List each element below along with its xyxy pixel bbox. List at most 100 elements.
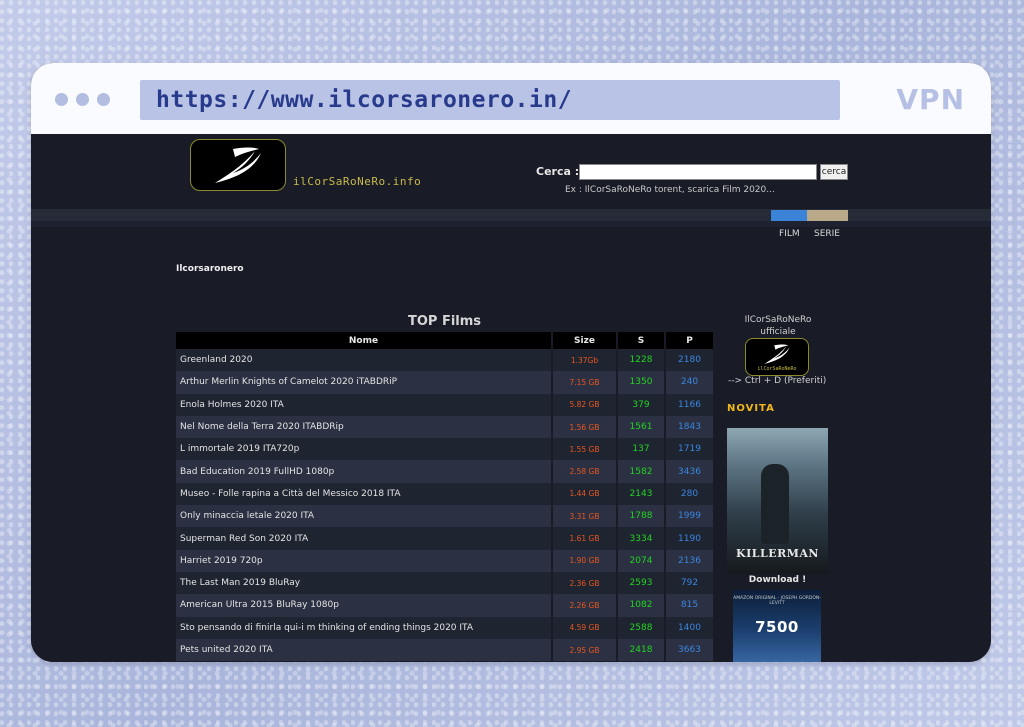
film-name-link[interactable]: Sto pensando di finirla qui-i m thinking… — [176, 616, 552, 639]
film-name-link[interactable]: The Last Man 2019 BluRay — [176, 571, 552, 595]
search-button[interactable]: cerca — [820, 164, 848, 180]
table-header-row: Nome Size S P — [176, 332, 713, 349]
film-name-link[interactable]: Superman Red Son 2020 ITA — [176, 527, 552, 550]
film-peers: 815 — [664, 594, 713, 617]
film-seeders: 1561 — [616, 415, 665, 439]
film-peers: 1166 — [664, 393, 713, 416]
film-seeders: 1082 — [616, 594, 665, 617]
search-input[interactable] — [579, 164, 817, 180]
film-size: 1.44 GB — [551, 482, 617, 506]
window-dot-minimize[interactable] — [76, 93, 89, 106]
address-bar[interactable]: https://www.ilcorsaronero.in/ — [140, 80, 840, 120]
corsaro-logo-icon — [764, 344, 790, 364]
film-seeders: 379 — [616, 393, 665, 416]
table-row[interactable]: Superman Red Son 2020 ITA 1.61 GB 3334 1190 — [176, 527, 713, 550]
film-size: 3.31 GB — [551, 505, 617, 528]
table-row[interactable]: American Ultra 2015 BluRay 1080p 2.26 GB 1… — [176, 594, 713, 617]
film-peers: 3663 — [664, 638, 713, 662]
tab-serie[interactable]: SERIE — [814, 229, 840, 239]
table-row[interactable]: Pets united 2020 ITA 2.95 GB 2418 3663 — [176, 638, 713, 662]
film-name-link[interactable]: Greenland 2020 — [176, 349, 552, 372]
film-name-link[interactable]: Only minaccia letale 2020 ITA — [176, 505, 552, 528]
film-name-link[interactable]: Museo - Folle rapina a Città del Messico… — [176, 482, 552, 506]
column-header-size[interactable]: Size — [551, 332, 617, 349]
column-header-peers[interactable]: P — [664, 332, 713, 349]
novita-heading: NOVITA — [727, 403, 775, 414]
sidebar-title-line2: ufficiale — [760, 327, 796, 337]
film-peers: 1843 — [664, 415, 713, 439]
table-row[interactable]: Arthur Merlin Knights of Camelot 2020 iT… — [176, 371, 713, 394]
table-row[interactable]: Nel Nome della Terra 2020 ITABDRip 1.56 G… — [176, 415, 713, 439]
table-row[interactable]: Only minaccia letale 2020 ITA 3.31 GB 1788… — [176, 505, 713, 528]
film-seeders: 3334 — [616, 527, 665, 550]
sidebar-title-line1: IlCorSaRoNeRo — [744, 315, 812, 325]
search-label: Cerca : — [536, 165, 580, 178]
table-row[interactable]: Bad Education 2019 FullHD 1080p 2.58 GB 15… — [176, 460, 713, 483]
film-seeders: 1582 — [616, 460, 665, 483]
film-name-link[interactable]: Nel Nome della Terra 2020 ITABDRip — [176, 415, 552, 439]
film-size: 2.95 GB — [551, 638, 617, 662]
tab-film-indicator[interactable] — [771, 210, 807, 221]
table-row[interactable]: Enola Holmes 2020 ITA 5.82 GB 379 1166 — [176, 393, 713, 416]
film-name-link[interactable]: Enola Holmes 2020 ITA — [176, 393, 552, 416]
search-hint: Ex : IlCorSaRoNeRo torent, scarica Film … — [565, 185, 775, 195]
film-name-link[interactable]: Pets united 2020 ITA — [176, 638, 552, 662]
table-row[interactable]: Sto pensando di finirla qui-i m thinking… — [176, 616, 713, 639]
film-name-link[interactable]: Harriet 2019 720p — [176, 549, 552, 572]
table-row[interactable]: L immortale 2019 ITA720p 1.55 GB 137 1719 — [176, 438, 713, 461]
nav-strip — [31, 221, 991, 227]
film-size: 7.15 GB — [551, 371, 617, 394]
poster-title: KILLERMAN — [736, 547, 819, 560]
film-size: 1.37Gb — [551, 349, 617, 372]
site-logo[interactable] — [190, 139, 286, 191]
film-peers: 280 — [664, 482, 713, 506]
film-name-link[interactable]: American Ultra 2015 BluRay 1080p — [176, 594, 552, 617]
film-size: 5.82 GB — [551, 393, 617, 416]
tab-serie-indicator[interactable] — [807, 210, 848, 221]
browser-window: https://www.ilcorsaronero.in/ VPN ilCorS… — [31, 63, 991, 662]
film-seeders: 1788 — [616, 505, 665, 528]
film-peers: 2180 — [664, 349, 713, 372]
poster-figure — [761, 464, 789, 544]
poster-title: 7500 — [755, 618, 799, 636]
table-row[interactable]: The Last Man 2019 BluRay 2.36 GB 2593 792 — [176, 571, 713, 595]
film-seeders: 1350 — [616, 371, 665, 394]
film-peers: 1400 — [664, 616, 713, 639]
film-size: 2.36 GB — [551, 571, 617, 595]
column-header-nome[interactable]: Nome — [176, 332, 552, 349]
film-name-link[interactable]: Bad Education 2019 FullHD 1080p — [176, 460, 552, 483]
film-size: 1.90 GB — [551, 549, 617, 572]
film-seeders: 1228 — [616, 349, 665, 372]
column-header-seeders[interactable]: S — [616, 332, 665, 349]
film-size: 1.56 GB — [551, 415, 617, 439]
film-name-link[interactable]: Arthur Merlin Knights of Camelot 2020 iT… — [176, 371, 552, 394]
poster-subtitle: AMAZON ORIGINAL · JOSEPH GORDON-LEVITT — [733, 596, 821, 606]
top-films-table: Nome Size S P Greenland 2020 1.37Gb 1228 21… — [176, 332, 713, 662]
window-dot-maximize[interactable] — [97, 93, 110, 106]
poster-7500[interactable]: AMAZON ORIGINAL · JOSEPH GORDON-LEVITT 7… — [733, 590, 821, 662]
sidebar-logo[interactable]: ilCorSaRoNeRo — [745, 338, 809, 376]
poster-killerman[interactable]: KILLERMAN — [727, 428, 828, 574]
film-size: 1.61 GB — [551, 527, 617, 550]
table-row[interactable]: Harriet 2019 720p 1.90 GB 2074 2136 — [176, 549, 713, 572]
film-peers: 240 — [664, 371, 713, 394]
top-films-title: TOP Films — [407, 314, 482, 329]
table-row[interactable]: Greenland 2020 1.37Gb 1228 2180 — [176, 349, 713, 372]
vpn-badge: VPN — [896, 83, 965, 116]
sidebar-title: IlCorSaRoNeRo ufficiale — [728, 314, 828, 338]
film-size: 2.58 GB — [551, 460, 617, 483]
window-dot-close[interactable] — [55, 93, 68, 106]
tab-film[interactable]: FILM — [779, 229, 800, 239]
film-seeders: 2418 — [616, 638, 665, 662]
browser-toolbar: https://www.ilcorsaronero.in/ VPN — [31, 63, 991, 134]
table-row[interactable]: Museo - Folle rapina a Città del Messico… — [176, 482, 713, 506]
film-seeders: 2074 — [616, 549, 665, 572]
film-peers: 1999 — [664, 505, 713, 528]
film-size: 1.55 GB — [551, 438, 617, 461]
site-content: ilCorSaRoNeRo.info Cerca : cerca Ex : Il… — [31, 134, 991, 662]
breadcrumb[interactable]: Ilcorsaronero — [176, 264, 244, 274]
film-name-link[interactable]: L immortale 2019 ITA720p — [176, 438, 552, 461]
film-peers: 3436 — [664, 460, 713, 483]
corsaro-logo-icon — [215, 147, 261, 183]
download-link[interactable]: Download ! — [727, 575, 828, 585]
